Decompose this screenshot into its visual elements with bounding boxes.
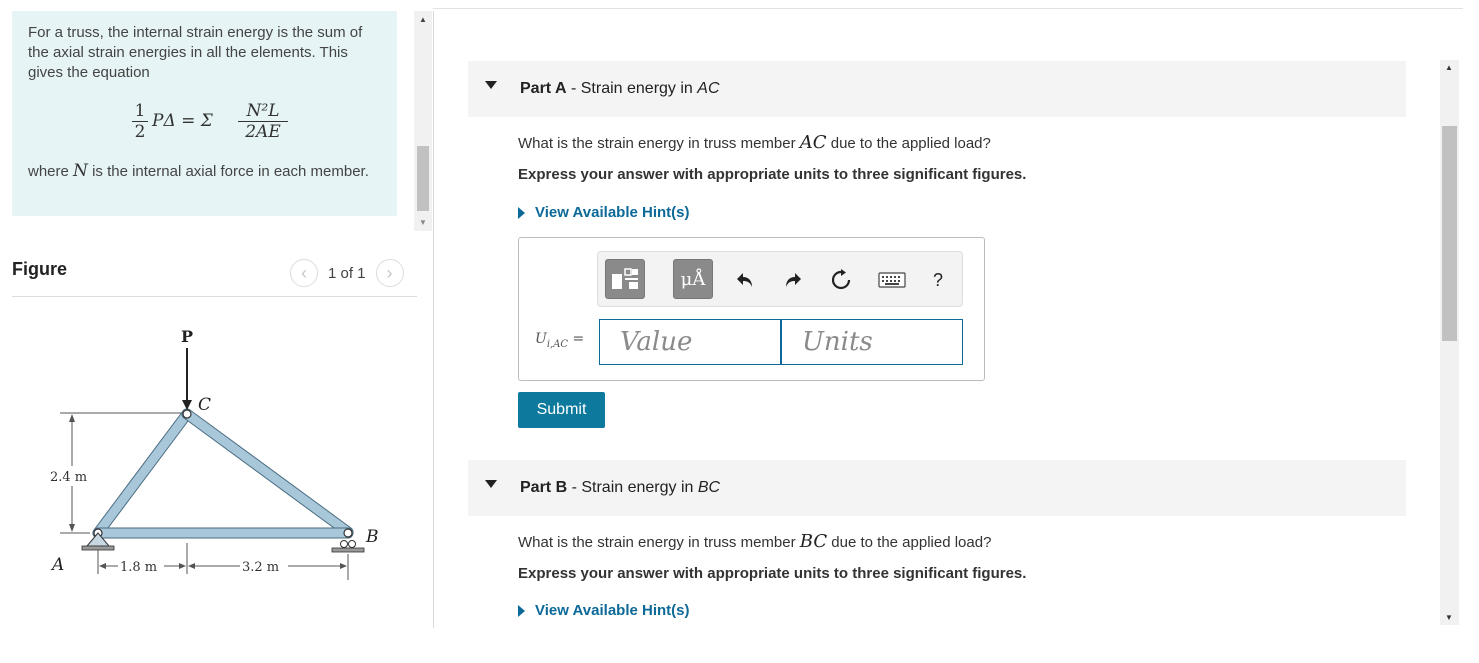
column-divider: [433, 11, 434, 628]
intro-scrollbar[interactable]: ▲ ▼: [414, 11, 432, 231]
scroll-thumb[interactable]: [1442, 126, 1457, 341]
part-a-hint-link[interactable]: View Available Hint(s): [518, 204, 690, 221]
main-scrollbar[interactable]: ▲ ▼: [1440, 60, 1459, 625]
keyboard-icon[interactable]: [874, 265, 910, 295]
scroll-down-icon[interactable]: ▼: [419, 218, 427, 227]
scroll-up-icon[interactable]: ▲: [1445, 63, 1453, 72]
part-b-instruction: Express your answer with appropriate uni…: [518, 565, 1027, 582]
help-icon[interactable]: ?: [923, 265, 953, 295]
chevron-left-icon[interactable]: ‹: [290, 259, 318, 287]
part-a-title: Part A - Strain energy in AC: [520, 80, 720, 97]
energy-fraction: N²L 2AE: [238, 101, 288, 142]
reset-icon[interactable]: [826, 265, 856, 295]
part-b-hint-link[interactable]: View Available Hint(s): [518, 602, 690, 619]
joint-c: [182, 409, 192, 419]
member-bc: [181, 408, 354, 538]
top-divider: [433, 8, 1463, 9]
truss-diagram: 2.4 m P C B A 1.8 m 3.2 m: [48, 327, 379, 580]
strain-energy-equation: 1 2 PΔ = Σ N²L 2AE: [132, 99, 332, 159]
pager-text: 1 of 1: [328, 264, 366, 282]
answer-variable-label: Ui,AC =: [535, 331, 585, 350]
node-a-label: A: [50, 555, 64, 575]
figure-divider: [12, 296, 417, 297]
span-right-label: 3.2 m: [242, 560, 279, 575]
joint-b: [343, 528, 353, 538]
scroll-up-icon[interactable]: ▲: [419, 15, 427, 24]
caret-right-icon: [518, 604, 525, 617]
load-arrow: [182, 348, 192, 410]
units-icon[interactable]: μÅ: [673, 259, 713, 299]
math-toolbar: μÅ ?: [597, 251, 963, 307]
units-input[interactable]: [781, 319, 963, 365]
roller-support-b: [331, 540, 365, 553]
templates-icon[interactable]: [605, 259, 645, 299]
node-b-label: B: [365, 527, 379, 547]
answer-box: μÅ ? Ui,AC =: [518, 237, 985, 381]
load-label: P: [181, 327, 193, 346]
equation-lhs: PΔ = Σ: [152, 111, 213, 131]
node-c-label: C: [198, 395, 211, 415]
intro-followup: where N is the internal axial force in e…: [28, 161, 369, 181]
part-a-instruction: Express your answer with appropriate uni…: [518, 166, 1027, 183]
redo-icon[interactable]: [778, 265, 808, 295]
intro-text: For a truss, the internal strain energy …: [28, 24, 363, 81]
caret-down-icon[interactable]: [485, 480, 497, 488]
chevron-right-icon[interactable]: ›: [375, 259, 404, 287]
caret-right-icon: [518, 206, 525, 219]
height-label: 2.4 m: [50, 470, 87, 485]
half-fraction: 1 2: [132, 101, 148, 142]
undo-icon[interactable]: [730, 265, 760, 295]
figure-pager: ‹ 1 of 1 ›: [290, 259, 404, 287]
intro-panel: For a truss, the internal strain energy …: [12, 11, 397, 216]
part-a-question: What is the strain energy in truss membe…: [518, 132, 991, 153]
value-input[interactable]: [599, 319, 781, 365]
scroll-down-icon[interactable]: ▼: [1445, 613, 1453, 622]
submit-button[interactable]: Submit: [518, 392, 605, 428]
part-b-question: What is the strain energy in truss membe…: [518, 531, 992, 552]
span-left-label: 1.8 m: [120, 560, 157, 575]
scroll-thumb[interactable]: [417, 146, 429, 211]
part-b-header[interactable]: Part B - Strain energy in BC: [468, 460, 1406, 516]
part-a-header[interactable]: Part A - Strain energy in AC: [468, 61, 1406, 117]
caret-down-icon[interactable]: [485, 81, 497, 89]
figure-title: Figure: [12, 259, 68, 279]
member-ac: [92, 408, 193, 539]
part-b-title: Part B - Strain energy in BC: [520, 479, 721, 496]
